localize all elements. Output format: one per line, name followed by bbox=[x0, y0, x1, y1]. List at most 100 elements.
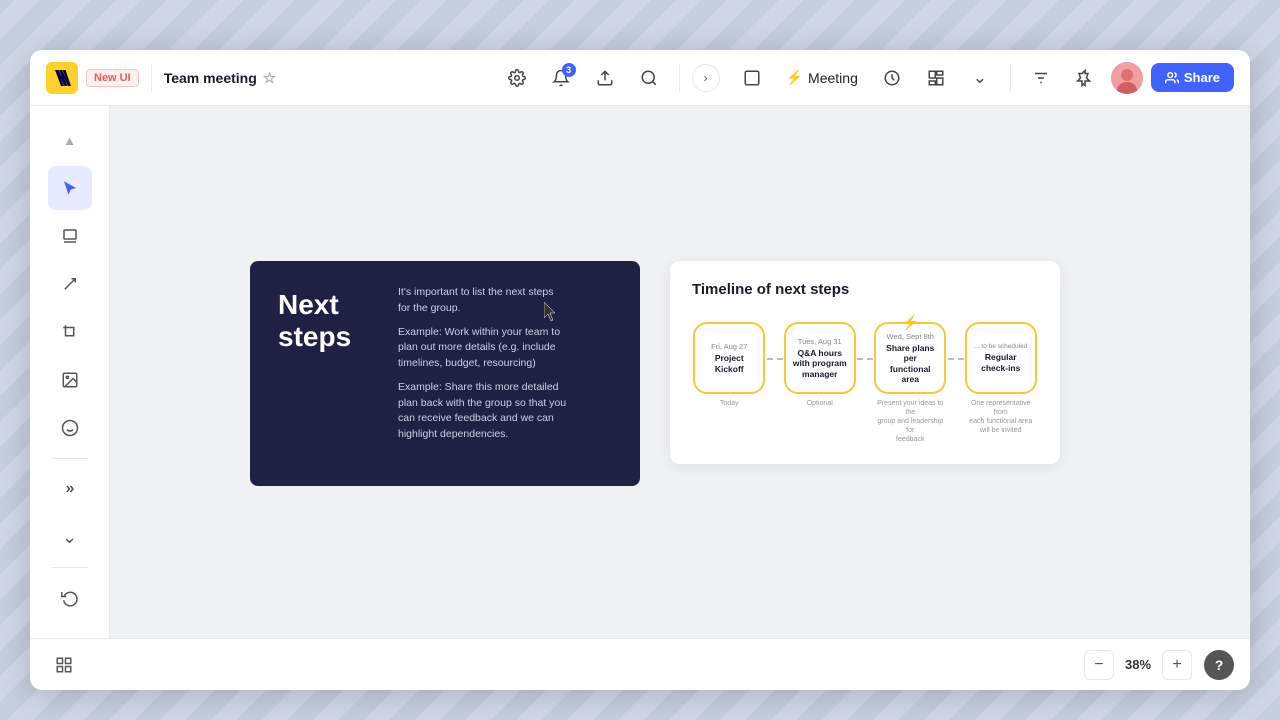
grid-view-button[interactable] bbox=[46, 647, 82, 683]
frame-icon bbox=[743, 69, 761, 87]
topbar-divider-1 bbox=[151, 64, 152, 92]
left-sidebar: ▲ bbox=[30, 106, 110, 638]
sidebar-tools: ▲ bbox=[48, 118, 92, 559]
timeline-date-2: Tues, Aug 31 bbox=[798, 337, 842, 346]
meeting-button[interactable]: ⚡ Meeting bbox=[778, 65, 866, 90]
sidebar-divider bbox=[52, 458, 88, 459]
card-paragraph-1: It's important to list the next steps fo… bbox=[398, 285, 566, 317]
content-area: ▲ bbox=[30, 106, 1250, 638]
zoom-controls: − 38% + ? bbox=[1084, 650, 1234, 680]
bottombar: − 38% + ? bbox=[30, 638, 1250, 690]
timeline-card[interactable]: Timeline of next steps Fri, Aug 27 Proje… bbox=[670, 261, 1060, 464]
timeline-item-3: ⚡ Wed, Sept 8th Share plans perfunctiona… bbox=[873, 322, 948, 444]
collapse-sidebar-button[interactable]: ▲ bbox=[48, 118, 92, 162]
sidebar-bottom bbox=[48, 563, 92, 638]
timeline-sub-2: Optional bbox=[807, 399, 833, 408]
timeline-label-2: Q&A hourswith programmanager bbox=[793, 348, 847, 379]
filter-icon bbox=[1032, 69, 1050, 87]
settings-button[interactable] bbox=[499, 60, 535, 96]
star-icon[interactable]: ☆ bbox=[263, 69, 276, 87]
timeline-sub-1: Today bbox=[720, 399, 739, 408]
timer-icon bbox=[883, 69, 901, 87]
share-button[interactable]: Share bbox=[1151, 63, 1234, 92]
timer-button[interactable] bbox=[874, 60, 910, 96]
timeline-item-1: Fri, Aug 27 ProjectKickoff Today bbox=[692, 322, 767, 408]
upload-button[interactable] bbox=[587, 60, 623, 96]
card-title-section: Nextsteps bbox=[278, 285, 378, 462]
frame-tool-icon bbox=[61, 227, 79, 245]
image-tool-icon bbox=[61, 371, 79, 389]
timeline-box-4: ... to be scheduled Regularcheck-ins bbox=[965, 322, 1037, 394]
search-icon bbox=[640, 69, 658, 87]
timeline-title: Timeline of next steps bbox=[692, 281, 1038, 298]
cursor-icon bbox=[61, 179, 79, 197]
filter-button[interactable] bbox=[1023, 60, 1059, 96]
miro-logo-icon bbox=[46, 62, 78, 94]
pin-button[interactable] bbox=[1067, 60, 1103, 96]
collapse-tools-button[interactable]: ⌄ bbox=[48, 515, 92, 559]
avatar[interactable] bbox=[1111, 62, 1143, 94]
line-tool-icon bbox=[61, 275, 79, 293]
layout-icon bbox=[927, 69, 945, 87]
next-steps-card[interactable]: Nextsteps It's important to list the nex… bbox=[250, 261, 640, 486]
select-tool-button[interactable] bbox=[48, 166, 92, 210]
help-button[interactable]: ? bbox=[1204, 650, 1234, 680]
lightning-badge-icon: ⚡ bbox=[902, 314, 919, 331]
zoom-out-button[interactable]: − bbox=[1084, 650, 1114, 680]
timeline-box-3: ⚡ Wed, Sept 8th Share plans perfunctiona… bbox=[874, 322, 946, 394]
miro-logo bbox=[46, 62, 78, 94]
connector-2 bbox=[857, 358, 873, 360]
undo-button[interactable] bbox=[48, 576, 92, 620]
zoom-in-button[interactable]: + bbox=[1162, 650, 1192, 680]
layout-button[interactable] bbox=[918, 60, 954, 96]
crop-tool-button[interactable] bbox=[48, 310, 92, 354]
notification-badge: 3 bbox=[562, 63, 576, 77]
timeline-item-2: Tues, Aug 31 Q&A hourswith programmanage… bbox=[783, 322, 858, 408]
image-tool-button[interactable] bbox=[48, 358, 92, 402]
frame-button[interactable] bbox=[734, 60, 770, 96]
emoji-tool-icon bbox=[61, 419, 79, 437]
card-title: Nextsteps bbox=[278, 285, 378, 353]
timeline-date-4: ... to be scheduled bbox=[974, 343, 1027, 350]
connector-3 bbox=[948, 358, 964, 360]
card-paragraph-3: Example: Share this more detailed plan b… bbox=[398, 380, 566, 443]
card-body: It's important to list the next steps fo… bbox=[398, 285, 566, 462]
frame-tool-button[interactable] bbox=[48, 214, 92, 258]
line-tool-button[interactable] bbox=[48, 262, 92, 306]
timeline-sub-3: Present your ideas to thegroup and leade… bbox=[874, 399, 946, 444]
app-window: New UI Team meeting ☆ 3 bbox=[30, 50, 1250, 690]
timeline-label-4: Regularcheck-ins bbox=[981, 352, 1020, 372]
pin-icon bbox=[1076, 69, 1094, 87]
undo-icon bbox=[61, 589, 79, 607]
timeline-date-3: Wed, Sept 8th bbox=[887, 332, 934, 341]
notifications-button[interactable]: 3 bbox=[543, 60, 579, 96]
timeline-date-1: Fri, Aug 27 bbox=[711, 342, 747, 351]
connector-1 bbox=[767, 358, 783, 360]
lightning-icon: ⚡ bbox=[786, 69, 803, 86]
more-tools-button[interactable]: » bbox=[48, 467, 92, 511]
sidebar-divider-bottom bbox=[52, 567, 88, 568]
share-icon bbox=[1165, 71, 1179, 85]
timeline-row: Fri, Aug 27 ProjectKickoff Today Tues, A… bbox=[692, 322, 1038, 444]
expand-button[interactable]: › bbox=[692, 64, 720, 92]
emoji-tool-button[interactable] bbox=[48, 406, 92, 450]
avatar-image bbox=[1111, 62, 1143, 94]
board-title: Team meeting ☆ bbox=[164, 69, 277, 87]
topbar-divider-2 bbox=[679, 64, 680, 92]
canvas-area[interactable]: Nextsteps It's important to list the nex… bbox=[110, 106, 1250, 638]
timeline-box-1: Fri, Aug 27 ProjectKickoff bbox=[693, 322, 765, 394]
new-ui-badge: New UI bbox=[86, 69, 139, 87]
more-options-button[interactable]: ⌄ bbox=[962, 60, 998, 96]
timeline-box-2: Tues, Aug 31 Q&A hourswith programmanage… bbox=[784, 322, 856, 394]
gear-icon bbox=[508, 69, 526, 87]
grid-icon bbox=[55, 656, 73, 674]
card-paragraph-2: Example: Work within your team to plan o… bbox=[398, 325, 566, 372]
topbar-divider-3 bbox=[1010, 64, 1011, 92]
topbar: New UI Team meeting ☆ 3 bbox=[30, 50, 1250, 106]
timeline-item-4: ... to be scheduled Regularcheck-ins One… bbox=[964, 322, 1039, 435]
timeline-label-3: Share plans perfunctional area bbox=[882, 343, 938, 384]
redo-button[interactable] bbox=[48, 624, 92, 638]
chevron-down-icon: ⌄ bbox=[973, 68, 987, 88]
search-button[interactable] bbox=[631, 60, 667, 96]
timeline-sub-4: One representative fromeach functional a… bbox=[965, 399, 1037, 435]
